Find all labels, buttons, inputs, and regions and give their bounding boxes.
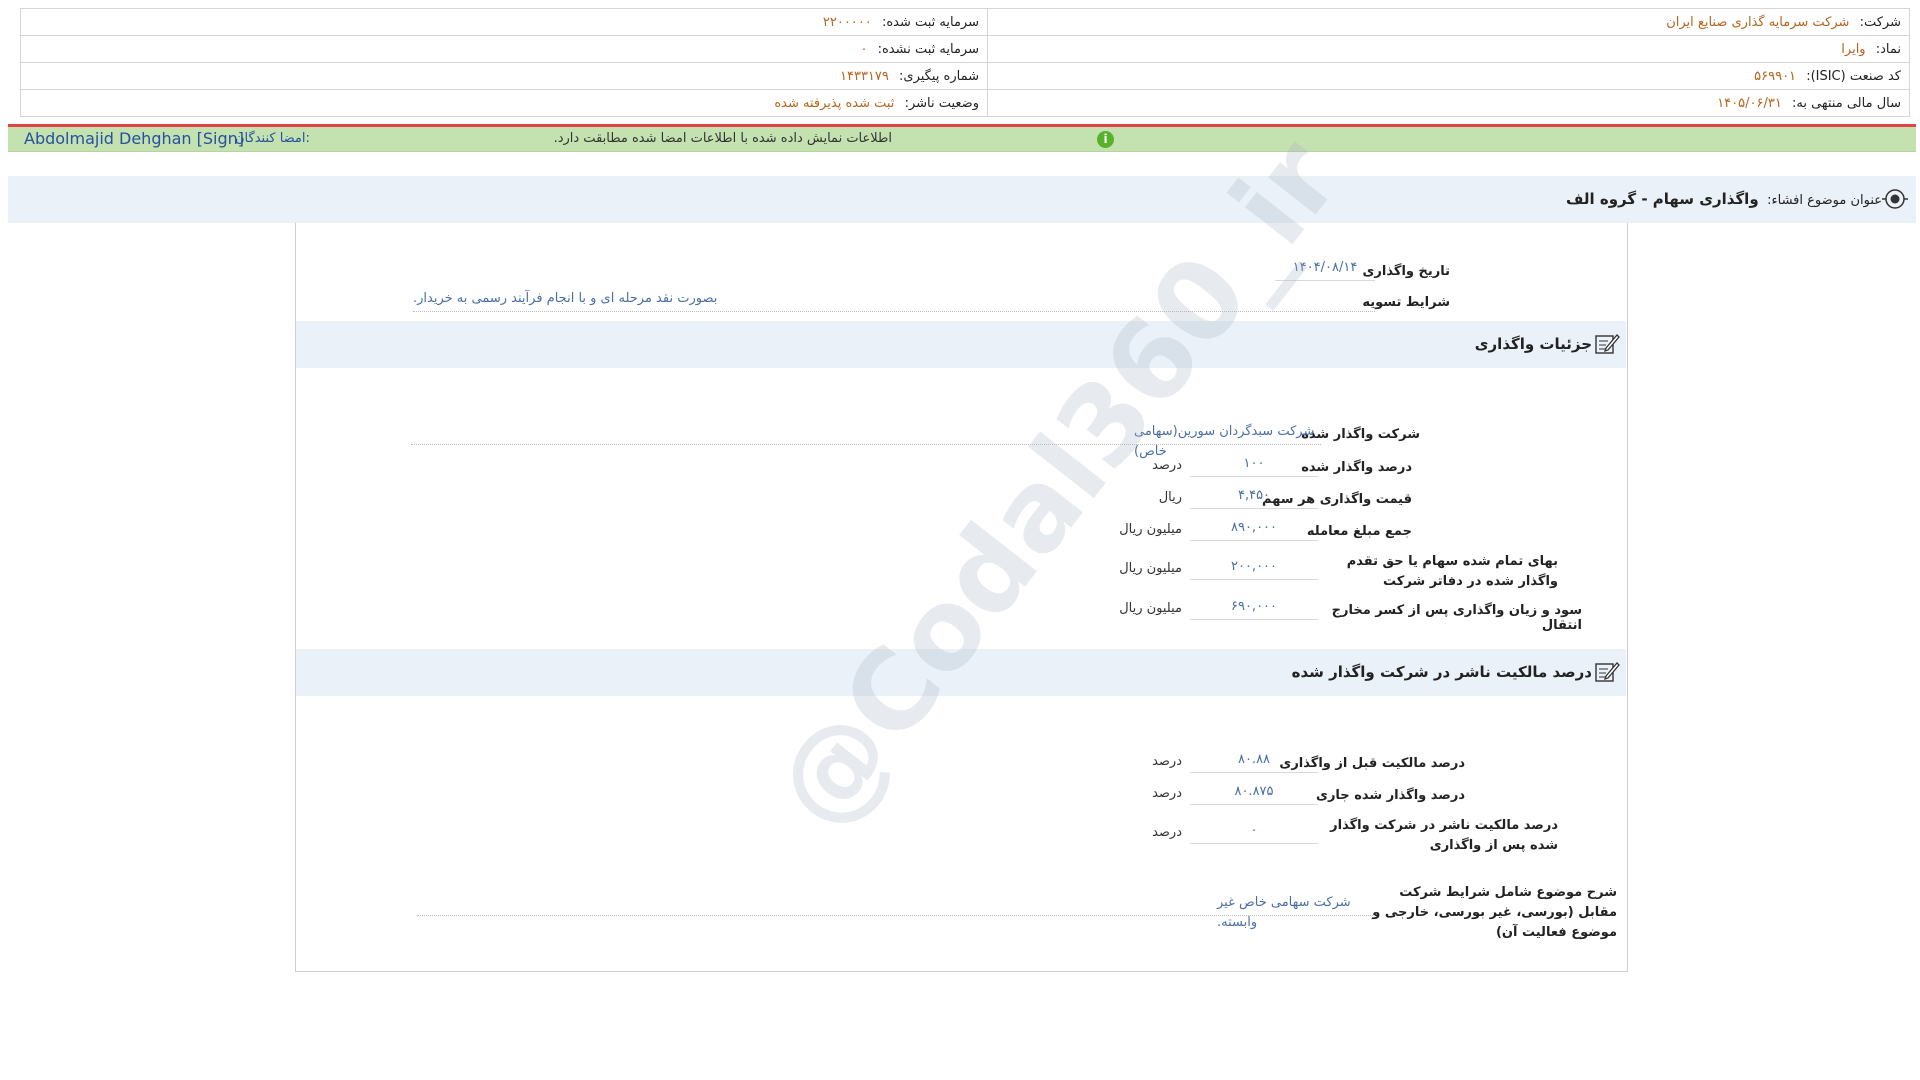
tracking-cell: شماره پیگیری: ۱۴۳۳۱۷۹	[20, 62, 988, 90]
settlement-value-text: بصورت نقد مرحله ای و با انجام فرآیند رسم…	[413, 291, 718, 306]
description-label: شرح موضوع شامل شرایط شرکت مقابل (بورسی، …	[1372, 885, 1617, 940]
detail-row-value: ۶۹۰,۰۰۰	[1190, 597, 1318, 620]
isic-label: کد صنعت (ISIC):	[1806, 68, 1901, 84]
tracking-label: شماره پیگیری:	[899, 68, 979, 84]
detail-row-value: ۴,۴۵۰	[1190, 486, 1318, 509]
symbol-value[interactable]: وایرا	[1841, 42, 1865, 57]
publisher-status-label: وضعیت ناشر:	[904, 95, 979, 111]
symbol-label: نماد:	[1875, 41, 1901, 57]
detail-row-unit: میلیون ریال	[1119, 522, 1182, 537]
description-value-text: شرکت سهامی خاص غیر وابسته.	[1217, 895, 1351, 930]
detail-row-value: ۱۰۰	[1190, 454, 1318, 477]
detail-row-label: سود و زیان واگذاری پس از کسر مخارج انتقا…	[1331, 603, 1582, 633]
ownership-row-value: ۰	[1190, 821, 1318, 844]
company-value[interactable]: شرکت سرمایه گذاری صنایع ایران	[1666, 15, 1849, 30]
registered-capital-cell: سرمایه ثبت شده: ۲۲۰۰۰۰۰	[20, 8, 988, 36]
unregistered-capital-label: سرمایه ثبت نشده:	[877, 41, 979, 57]
publisher-status-value: ثبت شده پذیرفته شده	[774, 95, 895, 111]
info-icon: i	[1097, 131, 1114, 148]
fiscal-cell: سال مالی منتهی به: ۱۴۰۵/۰۶/۳۱	[987, 89, 1910, 117]
publisher-status-cell: وضعیت ناشر: ثبت شده پذیرفته شده	[20, 89, 988, 117]
detail-row-unit: میلیون ریال	[1119, 601, 1182, 616]
isic-cell: کد صنعت (ISIC): ۵۶۹۹۰۱	[987, 62, 1910, 90]
registered-capital-label: سرمایه ثبت شده:	[881, 14, 979, 30]
ownership-row-unit: درصد	[1152, 825, 1182, 840]
fiscal-value: ۱۴۰۵/۰۶/۳۱	[1717, 95, 1782, 111]
detail-row-unit: میلیون ریال	[1119, 561, 1182, 576]
registered-capital-value: ۲۲۰۰۰۰۰	[822, 14, 872, 30]
ownership-row-label: درصد مالکیت ناشر در شرکت واگذار شده پس ا…	[1330, 818, 1558, 853]
edit-icon	[1595, 334, 1620, 354]
symbol-cell: نماد: وایرا	[987, 35, 1910, 63]
signers-label: امضا کنندگان:	[235, 131, 310, 146]
isic-value: ۵۶۹۹۰۱	[1754, 68, 1797, 84]
unregistered-capital-value: ۰	[860, 41, 868, 57]
ownership-row-unit: درصد	[1152, 754, 1182, 769]
company-cell: شرکت: شرکت سرمایه گذاری صنایع ایران	[987, 8, 1910, 36]
company-label: شرکت:	[1859, 14, 1901, 30]
ownership-title: درصد مالکیت ناشر در شرکت واگذار شده	[1291, 663, 1592, 681]
ownership-row-unit: درصد	[1152, 786, 1182, 801]
unregistered-capital-cell: سرمایه ثبت نشده: ۰	[20, 35, 988, 63]
target-icon	[1882, 189, 1908, 209]
detail-row-label: بهای تمام شده سهام یا حق تقدم واگذار شده…	[1346, 554, 1558, 589]
ownership-row-value: ۸۰.۸۷۵	[1190, 782, 1318, 805]
subject-label: عنوان موضوع افشاء:	[1767, 193, 1882, 208]
details-section-header	[296, 321, 1626, 368]
header-info-table: شرکت: شرکت سرمایه گذاری صنایع ایران سرما…	[20, 8, 1910, 117]
subject-title: عنوان موضوع افشاء: واگذاری سهام - گروه ا…	[1566, 176, 1882, 223]
tracking-value: ۱۴۳۳۱۷۹	[840, 68, 889, 84]
edit-icon	[1595, 662, 1620, 682]
fiscal-label: سال مالی منتهی به:	[1791, 95, 1901, 111]
transferred-company-value: شرکت سبدگردان سورین(سهامی خاص)	[411, 422, 1321, 459]
description-value: شرکت سهامی خاص غیر وابسته.	[417, 893, 1375, 930]
details-title: جزئیات واگذاری	[1474, 335, 1592, 353]
subject-value: واگذاری سهام - گروه الف	[1566, 190, 1759, 208]
detail-row-value: ۸۹۰,۰۰۰	[1190, 518, 1318, 541]
signer-name[interactable]: Abdolmajid Dehghan [Sign]	[24, 127, 244, 151]
detail-row-value: ۲۰۰,۰۰۰	[1190, 557, 1318, 580]
signature-verify-message: اطلاعات نمایش داده شده با اطلاعات امضا ش…	[553, 131, 892, 146]
ownership-row-value: ۸۰.۸۸	[1190, 750, 1318, 773]
